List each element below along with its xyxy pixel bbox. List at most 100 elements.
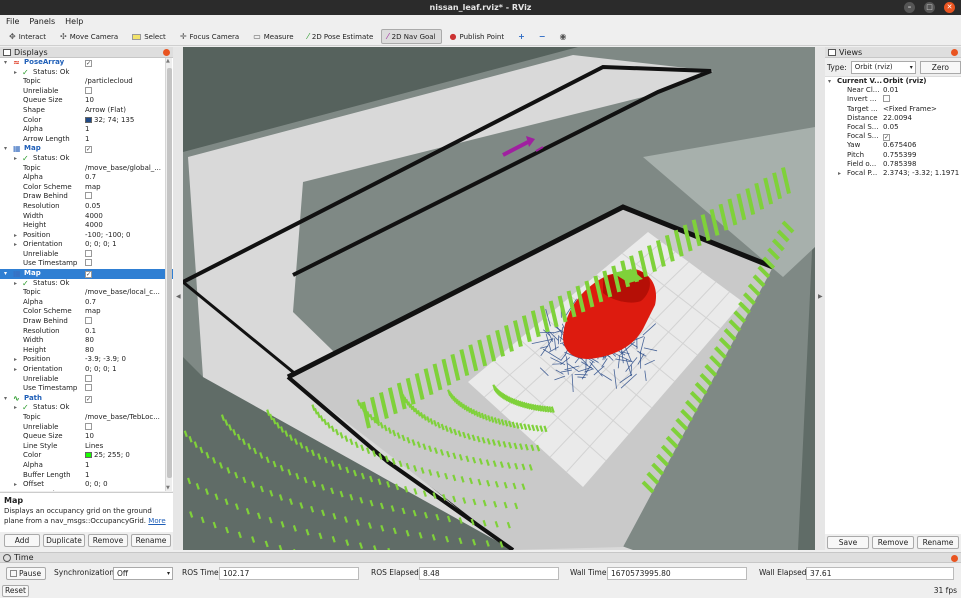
- more-link[interactable]: More: [148, 517, 165, 525]
- property-row[interactable]: Alpha 0.7: [0, 173, 173, 183]
- property-value[interactable]: /move_base/TebLoc...: [85, 413, 160, 423]
- select-tool[interactable]: Select: [126, 29, 172, 44]
- property-row[interactable]: Height 80: [0, 346, 173, 356]
- view-property-value[interactable]: [883, 95, 890, 104]
- property-row[interactable]: Use Timestamp: [0, 259, 173, 269]
- property-value[interactable]: 1: [85, 135, 89, 145]
- view-property-value[interactable]: 0.05: [883, 123, 899, 132]
- property-row[interactable]: Buffer Length 1: [0, 471, 173, 481]
- property-row[interactable]: ▸ ✓ Status: Ok: [0, 154, 173, 164]
- view-property-row[interactable]: Target ... <Fixed Frame>: [825, 105, 961, 114]
- scroll-up-icon[interactable]: ▲: [166, 58, 170, 64]
- property-row[interactable]: Draw Behind: [0, 317, 173, 327]
- property-row[interactable]: Resolution 0.05: [0, 202, 173, 212]
- property-row[interactable]: Color Scheme map: [0, 307, 173, 317]
- add-button[interactable]: Add: [4, 534, 40, 547]
- expand-arrow-icon[interactable]: ▾: [828, 77, 831, 86]
- property-value[interactable]: 0; 0; 0; 1: [85, 240, 117, 250]
- property-value[interactable]: 0.05: [85, 202, 101, 212]
- property-row[interactable]: Topic/particlecloud: [0, 77, 173, 87]
- property-row[interactable]: Topic/move_base/local_c...: [0, 288, 173, 298]
- property-value[interactable]: 4000: [85, 221, 103, 231]
- property-value[interactable]: 25; 255; 0: [85, 451, 130, 461]
- property-row[interactable]: ▸ Offset 0; 0; 0: [0, 480, 173, 490]
- save-view-button[interactable]: Save: [827, 536, 869, 549]
- collapse-arrow-icon[interactable]: ▸: [14, 240, 17, 250]
- collapse-left-icon[interactable]: ◀: [176, 293, 181, 300]
- property-row[interactable]: ▸ ✓ Status: Ok: [0, 279, 173, 289]
- property-value[interactable]: /move_base/global_...: [85, 164, 161, 174]
- collapse-arrow-icon[interactable]: ▸: [14, 231, 17, 241]
- zero-button[interactable]: Zero: [919, 60, 961, 74]
- property-value[interactable]: map: [85, 307, 101, 317]
- property-row[interactable]: Line Style Lines: [0, 442, 173, 452]
- add-tool-button[interactable]: +: [512, 29, 531, 44]
- property-row[interactable]: Unreliable: [0, 86, 173, 97]
- tool-properties-button[interactable]: ◉: [553, 29, 572, 44]
- close-time-icon[interactable]: [951, 555, 958, 562]
- checkbox[interactable]: [85, 192, 92, 200]
- property-value[interactable]: 1: [85, 471, 89, 481]
- property-row[interactable]: ▸ ✓ Status: Ok: [0, 68, 173, 78]
- property-row[interactable]: ▸ ✓ Status: Ok: [0, 403, 173, 413]
- view-property-value[interactable]: 0.01: [883, 86, 899, 95]
- view-property-row[interactable]: Near Cl... 0.01: [825, 86, 961, 95]
- view-property-row[interactable]: Yaw 0.675406: [825, 141, 961, 150]
- property-value[interactable]: 1: [85, 125, 89, 135]
- view-property-value[interactable]: 2.3743; -3.32; 1.1971: [883, 169, 959, 178]
- checkbox[interactable]: [85, 259, 92, 267]
- left-splitter[interactable]: ◀: [173, 47, 183, 550]
- pose-estimate-tool[interactable]: ⁄ 2D Pose Estimate: [302, 29, 380, 44]
- remove-tool-button[interactable]: −: [533, 29, 552, 44]
- property-row[interactable]: Unreliable: [0, 422, 173, 433]
- expand-arrow-icon[interactable]: ▾: [4, 58, 7, 68]
- display-map[interactable]: ▾ ▦ Map ✓: [0, 269, 173, 279]
- property-row[interactable]: ▸ Position -100; -100; 0: [0, 231, 173, 241]
- property-row[interactable]: ▸ Position -3.9; -3.9; 0: [0, 355, 173, 365]
- property-value[interactable]: Lines: [85, 442, 103, 452]
- property-value[interactable]: 10: [85, 432, 94, 442]
- property-value[interactable]: -100; -100; 0: [85, 231, 130, 241]
- scene-canvas[interactable]: [183, 47, 815, 550]
- property-row[interactable]: Shape Arrow (Flat): [0, 106, 173, 116]
- property-row[interactable]: ▸ Orientation 0; 0; 0; 1: [0, 365, 173, 375]
- checkbox[interactable]: [883, 95, 890, 103]
- property-value[interactable]: /particlecloud: [85, 77, 133, 87]
- property-row[interactable]: Topic/move_base/global_...: [0, 164, 173, 174]
- view-property-row[interactable]: Invert ...: [825, 95, 961, 104]
- property-value[interactable]: None: [85, 490, 103, 491]
- collapse-arrow-icon[interactable]: ▸: [838, 169, 841, 178]
- property-row[interactable]: Alpha 1: [0, 461, 173, 471]
- checkbox[interactable]: [85, 86, 92, 94]
- collapse-arrow-icon[interactable]: ▸: [14, 279, 17, 289]
- property-row[interactable]: Unreliable: [0, 374, 173, 385]
- view-property-row[interactable]: Focal S... ✓: [825, 132, 961, 142]
- checkbox[interactable]: [85, 317, 92, 325]
- property-row[interactable]: Alpha 0.7: [0, 298, 173, 308]
- sync-select[interactable]: Off ▾: [113, 567, 173, 580]
- view-property-row[interactable]: Pitch 0.755399: [825, 151, 961, 160]
- view-property-value[interactable]: ✓: [883, 132, 890, 142]
- right-splitter[interactable]: ▶: [815, 47, 825, 550]
- display-path[interactable]: ▾ ∿ Path ✓: [0, 394, 173, 404]
- property-value[interactable]: 0; 0; 0: [85, 480, 108, 490]
- collapse-arrow-icon[interactable]: ▸: [14, 154, 17, 164]
- property-value[interactable]: map: [85, 183, 101, 193]
- property-value[interactable]: 0; 0; 0; 1: [85, 365, 117, 375]
- view-property-row[interactable]: ▸ Focal P... 2.3743; -3.32; 1.1971: [825, 169, 961, 178]
- property-row[interactable]: Use Timestamp: [0, 384, 173, 394]
- property-row[interactable]: Arrow Length 1: [0, 135, 173, 145]
- focus-camera-tool[interactable]: ✛ Focus Camera: [174, 29, 245, 44]
- property-value[interactable]: /move_base/local_c...: [85, 288, 160, 298]
- reset-button[interactable]: Reset: [2, 585, 29, 597]
- property-row[interactable]: Color Scheme map: [0, 183, 173, 193]
- checkbox-checked[interactable]: ✓: [85, 395, 92, 403]
- expand-arrow-icon[interactable]: ▾: [4, 144, 7, 154]
- checkbox-checked[interactable]: ✓: [883, 134, 890, 142]
- property-value[interactable]: -3.9; -3.9; 0: [85, 355, 126, 365]
- collapse-arrow-icon[interactable]: ▸: [14, 68, 17, 78]
- property-value[interactable]: 80: [85, 346, 94, 356]
- property-value[interactable]: Arrow (Flat): [85, 106, 126, 116]
- property-row[interactable]: Resolution 0.1: [0, 327, 173, 337]
- measure-tool[interactable]: ▭ Measure: [247, 29, 299, 44]
